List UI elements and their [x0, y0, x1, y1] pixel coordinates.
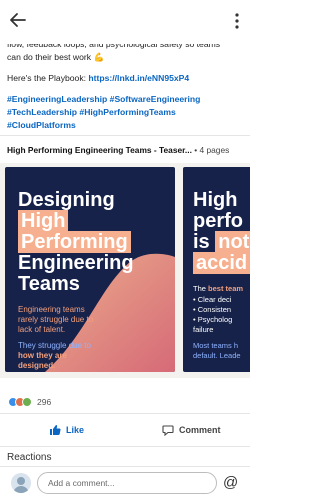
- like-button[interactable]: Like: [49, 424, 84, 436]
- slide-2-heading-line: High: [193, 189, 238, 211]
- document-page-count: • 4 pages: [191, 145, 230, 155]
- comment-button[interactable]: Comment: [162, 424, 221, 436]
- like-icon: [50, 425, 61, 435]
- document-carousel[interactable]: Designing High Performing Engineering Te…: [0, 163, 250, 378]
- divider: [0, 413, 250, 414]
- document-title: High Performing Engineering Teams - Teas…: [7, 145, 192, 155]
- slide-1-heading-highlight: Performing: [18, 231, 131, 253]
- at-mention-icon[interactable]: @: [223, 474, 238, 491]
- reaction-count: 296: [37, 397, 52, 407]
- slide-2-footer: Most teams h default. Leade: [193, 341, 241, 360]
- back-arrow-icon[interactable]: [8, 10, 28, 30]
- hashtags-line[interactable]: #CloudPlatforms: [7, 120, 76, 130]
- slide-1[interactable]: Designing High Performing Engineering Te…: [5, 167, 175, 372]
- comment-label: Comment: [179, 425, 221, 435]
- like-label: Like: [66, 425, 85, 435]
- hashtags-line[interactable]: #EngineeringLeadership #SoftwareEngineer…: [7, 94, 200, 104]
- comment-composer: Add a comment... @: [0, 466, 250, 500]
- slide-2[interactable]: High perfo is not accid The best team • …: [183, 167, 250, 372]
- slide-1-heading-line: Designing: [18, 189, 115, 211]
- slide-1-heading-line: Teams: [18, 273, 80, 295]
- playbook-link[interactable]: https://lnkd.in/eNN95xP4: [88, 73, 189, 83]
- comment-input[interactable]: Add a comment...: [37, 472, 217, 494]
- avatar: [11, 473, 31, 493]
- post-body: flow, feedback loops, and psychological …: [7, 38, 247, 132]
- support-reaction-icon: [22, 397, 32, 407]
- reaction-summary[interactable]: 296: [8, 396, 51, 408]
- reactions-heading: Reactions: [7, 452, 52, 463]
- top-bar: [0, 0, 250, 44]
- divider: [0, 446, 250, 447]
- hashtags-line[interactable]: #TechLeadership #HighPerformingTeams: [7, 107, 176, 117]
- action-bar: Like Comment: [0, 420, 250, 444]
- slide-1-subtext: Engineering teams rarely struggle due to…: [18, 305, 94, 334]
- slide-1-heading-highlight: High: [18, 210, 69, 232]
- comment-icon: [162, 425, 174, 436]
- document-title-row[interactable]: High Performing Engineering Teams - Teas…: [7, 145, 249, 155]
- playbook-prefix: Here's the Playbook:: [7, 73, 89, 83]
- post-text-line: can do their best work 💪: [7, 52, 105, 62]
- slide-1-heading-line: Engineering: [18, 252, 134, 274]
- slide-2-heading-line: is not: [193, 231, 250, 253]
- slide-2-heading-line: accid: [193, 252, 250, 274]
- divider: [0, 135, 250, 136]
- slide-2-intro: The best team: [193, 284, 244, 293]
- slide-2-list: • Clear deci • Consisten • Psycholog fai…: [193, 295, 233, 334]
- slide-2-heading-line: perfo: [193, 210, 243, 232]
- user-avatar-icon: [13, 477, 29, 493]
- slide-1-subtext: They struggle due to how they are design…: [18, 341, 91, 370]
- more-vertical-icon[interactable]: [234, 12, 240, 30]
